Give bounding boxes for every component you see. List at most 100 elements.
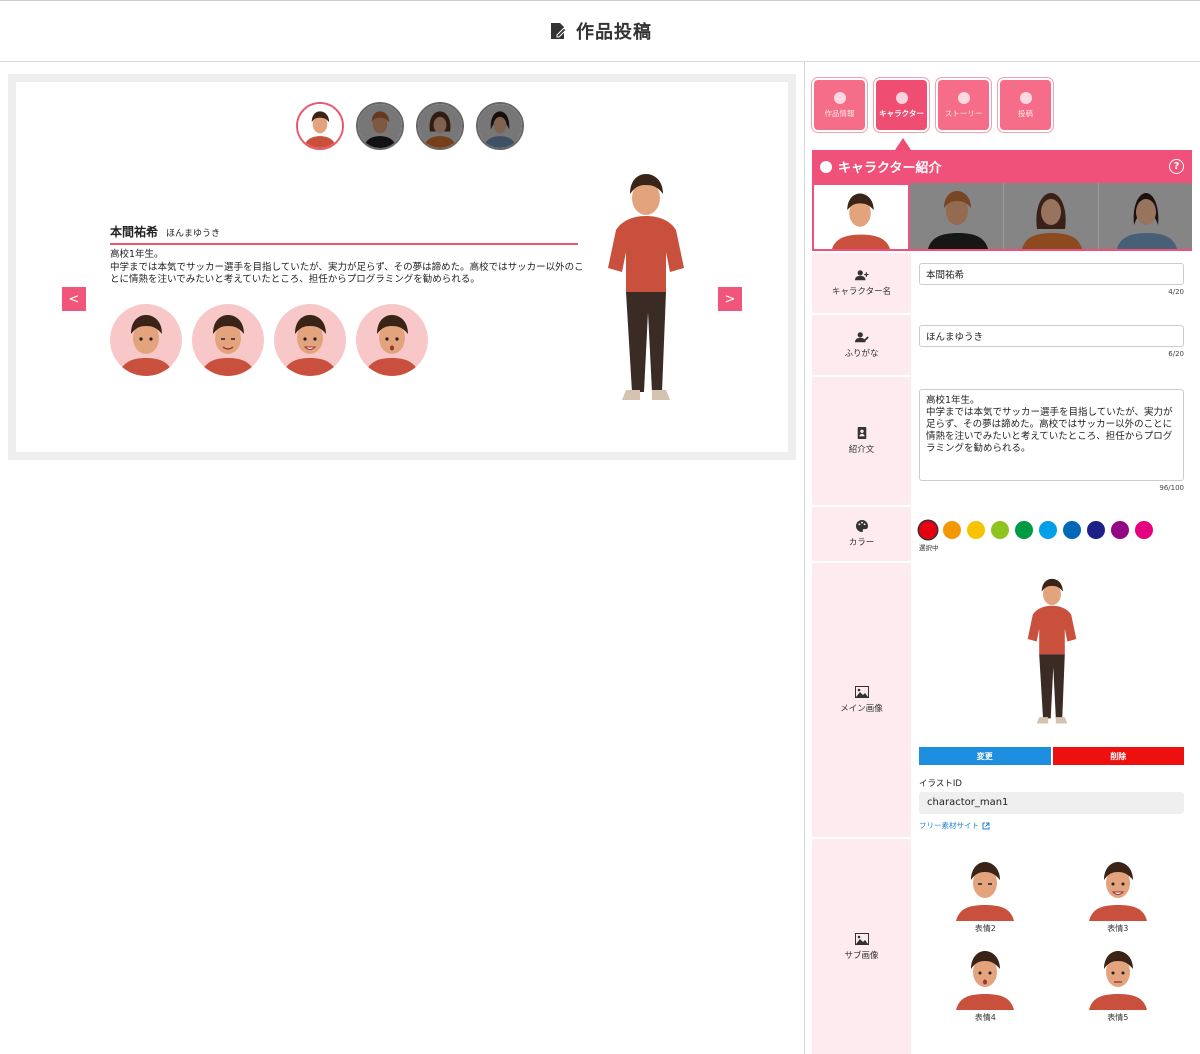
smile-icon — [895, 91, 908, 104]
color-swatch-cyan[interactable] — [1039, 521, 1057, 539]
sub-image-grid: 表情2 表情3 表情4 表情5 — [919, 849, 1184, 1027]
free-material-link[interactable]: フリー素材サイト — [919, 820, 1184, 831]
label-text: カラー — [848, 538, 875, 548]
form-field: 表情2 表情3 表情4 表情5 — [911, 839, 1192, 1054]
character-name: 本間祐希 — [110, 225, 159, 239]
color-swatch-blue[interactable] — [1063, 521, 1081, 539]
kana-char-counter: 6/20 — [1168, 350, 1184, 358]
image-icon — [854, 686, 869, 698]
info-icon — [833, 91, 846, 104]
sub-image-caption: 表情4 — [974, 1013, 996, 1022]
character-kana: ほんまゆうき — [166, 229, 221, 239]
color-swatch-yellowgreen[interactable] — [991, 521, 1009, 539]
delete-image-button[interactable]: 削除 — [1052, 747, 1184, 765]
color-swatch-orange[interactable] — [943, 521, 961, 539]
tab-submit[interactable]: 投稿 — [998, 78, 1053, 132]
form-row-sub-images: サブ画像 表情2 表情3 表情4 表情5 — [812, 839, 1192, 1054]
character-name-input[interactable] — [919, 263, 1184, 285]
active-tab-pointer — [895, 138, 911, 150]
tab-label: 投稿 — [1018, 108, 1033, 118]
link-text: フリー素材サイト — [919, 821, 979, 830]
sub-image-caption: 表情3 — [1107, 924, 1129, 933]
character-select-4[interactable] — [1098, 183, 1192, 249]
expression-image — [956, 951, 1015, 1010]
tab-story[interactable]: ストーリー — [936, 78, 991, 132]
form-field: 変更 削除 イラストID charactor_man1 フリー素材サイト — [911, 563, 1192, 837]
tab-character[interactable]: キャラクター — [874, 78, 929, 132]
label-text: ふりがな — [844, 349, 879, 359]
upload-icon — [1019, 91, 1032, 104]
color-swatch-yellow[interactable] — [967, 521, 985, 539]
help-icon[interactable]: ? — [1169, 159, 1184, 174]
expression-image — [956, 862, 1015, 921]
sub-image-caption: 表情2 — [974, 924, 996, 933]
character-thumb-4[interactable] — [476, 102, 524, 150]
tab-label: キャラクター — [879, 108, 924, 118]
sub-image-item[interactable]: 表情4 — [919, 942, 1052, 1023]
form-row-main-image: メイン画像 変更 削除 イラストID charactor_man1 フリー素材サ… — [812, 563, 1192, 839]
form-row-name: キャラクター名 4/20 — [812, 253, 1192, 315]
label-text: サブ画像 — [844, 950, 879, 961]
next-button[interactable]: > — [718, 287, 742, 311]
tab-work-info[interactable]: 作品情報 — [812, 78, 867, 132]
label-text: メイン画像 — [840, 704, 883, 714]
character-full-body-image — [608, 174, 684, 400]
form-label: キャラクター名 — [812, 253, 911, 313]
character-intro-text: 高校1年生。 中学までは本気でサッカー選手を目指していたが、実力が足らず、その夢… — [110, 249, 584, 285]
preview-panel: 本間祐希 ほんまゆうき 高校1年生。 中学までは本気でサッカー選手を目指していた… — [8, 74, 796, 460]
character-select-3[interactable] — [1004, 183, 1099, 249]
furigana-input[interactable] — [919, 325, 1184, 347]
boy-avatar-icon — [832, 193, 890, 249]
character-selector — [812, 183, 1192, 251]
intro-textarea[interactable]: 高校1年生。 中学までは本気でサッカー選手を目指していたが、実力が足らず、その夢… — [919, 389, 1184, 481]
color-swatch-magenta[interactable] — [1135, 521, 1153, 539]
smile-icon — [820, 160, 832, 173]
sub-image-item[interactable]: 表情3 — [1052, 853, 1185, 934]
page-title: 作品投稿 — [576, 21, 652, 43]
prev-button[interactable]: < — [62, 287, 86, 311]
form-field: 4/20 — [911, 253, 1192, 313]
selected-color-note: 選択中 — [919, 544, 939, 552]
expression-face-1 — [110, 304, 182, 376]
form-field: 高校1年生。 中学までは本気でサッカー選手を目指していたが、実力が足らず、その夢… — [911, 377, 1192, 505]
edit-document-icon — [551, 22, 567, 39]
sub-image-item[interactable]: 表情5 — [1052, 942, 1185, 1023]
character-select-2[interactable] — [909, 183, 1004, 249]
form-field: 6/20 — [911, 315, 1192, 375]
sub-image-item[interactable]: 表情2 — [919, 853, 1052, 934]
character-thumb-2[interactable] — [356, 102, 404, 150]
character-thumb-1[interactable] — [296, 102, 344, 150]
preview-canvas: 本間祐希 ほんまゆうき 高校1年生。 中学までは本気でサッカー選手を目指していた… — [16, 82, 788, 452]
main-character-image — [1027, 578, 1076, 724]
form-label: ふりがな — [812, 315, 911, 375]
color-swatches — [919, 521, 1184, 539]
book-icon — [957, 91, 970, 104]
label-text: キャラクター名 — [831, 287, 892, 297]
change-image-button[interactable]: 変更 — [919, 747, 1051, 765]
expression-face-4 — [356, 304, 428, 376]
character-select-1[interactable] — [812, 183, 910, 249]
user-edit-icon — [854, 332, 869, 343]
character-thumb-3[interactable] — [416, 102, 464, 150]
color-swatch-red[interactable] — [919, 521, 937, 539]
form-label: 紹介文 — [812, 377, 911, 505]
color-swatch-purple[interactable] — [1111, 521, 1129, 539]
color-swatch-navy[interactable] — [1087, 521, 1105, 539]
intro-char-counter: 96/100 — [1159, 484, 1184, 492]
tab-label: ストーリー — [944, 108, 983, 118]
label-text: 紹介文 — [848, 445, 875, 455]
user-add-icon — [854, 270, 869, 281]
form-row-intro: 紹介文 高校1年生。 中学までは本気でサッカー選手を目指していたが、実力が足らず… — [812, 377, 1192, 507]
image-buttons: 変更 削除 — [919, 747, 1184, 765]
expression-image — [1088, 862, 1147, 921]
form-label: メイン画像 — [812, 563, 911, 837]
form-row-kana: ふりがな 6/20 — [812, 315, 1192, 377]
expression-face-2 — [192, 304, 264, 376]
expression-face-3 — [274, 304, 346, 376]
illust-id-field[interactable]: charactor_man1 — [919, 792, 1184, 814]
name-char-counter: 4/20 — [1168, 288, 1184, 296]
form-row-color: カラー 選択中 — [812, 507, 1192, 563]
page-header: 作品投稿 — [0, 0, 1200, 62]
illust-id-label: イラストID — [919, 779, 962, 789]
color-swatch-green[interactable] — [1015, 521, 1033, 539]
